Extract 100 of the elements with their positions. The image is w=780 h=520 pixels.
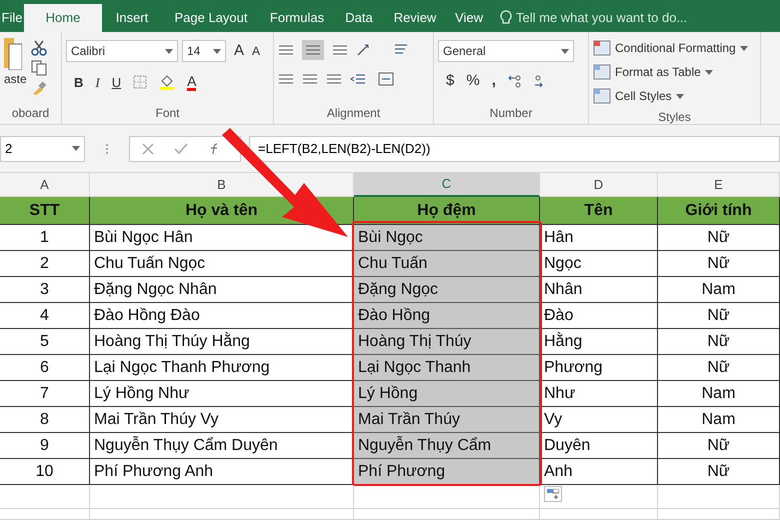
column-header[interactable]: E — [658, 173, 780, 197]
group-label: Styles — [657, 109, 692, 126]
dropdown-arrow-icon — [704, 70, 713, 74]
column-header[interactable]: B — [90, 173, 354, 197]
align-left-icon[interactable] — [278, 72, 294, 86]
percent-button[interactable]: % — [466, 70, 480, 92]
ribbon-menu-button[interactable]: Format as Table — [593, 60, 756, 84]
table-cell: 5 — [0, 329, 90, 355]
tell-me-search[interactable]: Tell me what you want to do... — [500, 4, 688, 32]
grow-font-button[interactable]: A — [234, 40, 244, 62]
table-cell: Hoàng Thị Thúy Hằng — [90, 329, 354, 355]
grip-dots-icon[interactable] — [105, 142, 109, 154]
table-cell: Nam — [658, 381, 780, 407]
table-cell: Hoàng Thị Thúy — [354, 329, 540, 355]
dropdown-arrow-icon — [213, 48, 221, 54]
table-cell: Đào — [540, 303, 658, 329]
name-box-value: 2 — [5, 140, 12, 158]
borders-icon[interactable] — [133, 75, 148, 90]
table-cell: 2 — [0, 251, 90, 277]
decrease-indent-icon[interactable] — [350, 72, 366, 86]
increase-decimal-icon[interactable] — [508, 74, 522, 88]
align-center-icon[interactable] — [302, 72, 318, 86]
table-cell: Nữ — [658, 355, 780, 381]
number-format-value: General — [443, 43, 486, 60]
table-cell: Anh — [540, 459, 658, 485]
table-cell: Ngọc — [540, 251, 658, 277]
ribbon-tab[interactable]: File — [0, 4, 24, 32]
copy-icon[interactable] — [30, 60, 47, 76]
ribbon-tab[interactable]: Insert — [102, 4, 162, 32]
font-size-value: 14 — [187, 43, 200, 60]
table-cell: Vy — [540, 407, 658, 433]
brush-icon[interactable] — [30, 80, 47, 96]
ribbon-tab[interactable]: Review — [384, 4, 446, 32]
table-cell: Nhân — [540, 277, 658, 303]
tell-me-text: Tell me what you want to do... — [516, 9, 688, 28]
ribbon-tab[interactable]: Data — [334, 4, 384, 32]
comma-style-button[interactable]: , — [492, 70, 496, 92]
header-cell: Họ đệm — [354, 197, 540, 225]
bold-button[interactable]: B — [74, 72, 84, 92]
font-name-dropdown[interactable]: Calibri — [66, 40, 178, 62]
table-cell: 6 — [0, 355, 90, 381]
font-name-value: Calibri — [71, 43, 106, 60]
ribbon-tab[interactable]: Formulas — [260, 4, 334, 32]
fill-color-icon[interactable] — [159, 74, 176, 90]
ribbon-tab[interactable]: Home — [24, 4, 102, 32]
formula-field[interactable]: =LEFT(B2,LEN(B2)-LEN(D2)) — [249, 136, 780, 162]
table-cell: Phương — [540, 355, 658, 381]
align-middle-icon[interactable] — [302, 40, 324, 60]
table-cell: 8 — [0, 407, 90, 433]
header-cell: Giới tính — [658, 197, 780, 225]
table-cell: Đào Hồng — [354, 303, 540, 329]
table-cell: 3 — [0, 277, 90, 303]
table-cell: Như — [540, 381, 658, 407]
table-cell: Duyên — [540, 433, 658, 459]
lightbulb-icon — [500, 10, 512, 26]
font-size-dropdown[interactable]: 14 — [182, 40, 226, 62]
table-cell: Phí Phương — [354, 459, 540, 485]
dropdown-arrow-icon — [561, 48, 569, 54]
number-format-dropdown[interactable]: General — [438, 40, 574, 62]
scissors-icon[interactable] — [30, 40, 47, 56]
format-table-icon — [593, 64, 611, 80]
table-cell: Nam — [658, 277, 780, 303]
column-header[interactable]: C — [354, 173, 540, 197]
italic-button[interactable]: I — [95, 72, 100, 92]
font-color-button[interactable]: A — [187, 74, 196, 91]
quick-analysis-icon[interactable] — [547, 489, 559, 499]
ribbon-menu-button[interactable]: Cell Styles — [593, 84, 756, 108]
ribbon-tab[interactable]: View — [446, 4, 492, 32]
table-cell: 1 — [0, 225, 90, 251]
underline-button[interactable]: U — [112, 72, 122, 92]
table-cell: Nữ — [658, 225, 780, 251]
clipboard-icon[interactable] — [4, 36, 22, 70]
table-cell: Lý Hồng — [354, 381, 540, 407]
shrink-font-button[interactable]: A — [252, 42, 260, 60]
group-label: oboard — [10, 105, 50, 122]
table-cell: Nữ — [658, 303, 780, 329]
table-cell: Lại Ngọc Thanh — [354, 355, 540, 381]
table-cell: Hằng — [540, 329, 658, 355]
align-right-icon[interactable] — [326, 72, 342, 86]
group-label: Alignment — [326, 105, 382, 122]
column-header[interactable]: D — [540, 173, 658, 197]
name-box[interactable]: 2 — [0, 136, 85, 162]
table-cell: Nữ — [658, 251, 780, 277]
currency-button[interactable]: $ — [446, 70, 454, 92]
dropdown-arrow-icon — [72, 146, 80, 151]
table-cell: Hân — [540, 225, 658, 251]
table-cell: 9 — [0, 433, 90, 459]
conditional-format-icon — [593, 40, 611, 56]
table-cell: Bùi Ngọc — [354, 225, 540, 251]
paste-button[interactable]: aste — [4, 70, 27, 88]
merge-cells-icon[interactable] — [378, 72, 394, 86]
table-cell: Nữ — [658, 433, 780, 459]
table-cell: Nữ — [658, 459, 780, 485]
column-header[interactable]: A — [0, 173, 90, 197]
table-cell: 10 — [0, 459, 90, 485]
table-cell: Mai Trần Thúy — [354, 407, 540, 433]
ribbon-menu-button[interactable]: Conditional Formatting — [593, 36, 756, 60]
table-cell: Nam — [658, 407, 780, 433]
cell-styles-icon — [593, 88, 611, 104]
ribbon-tab[interactable]: Page Layout — [162, 4, 260, 32]
